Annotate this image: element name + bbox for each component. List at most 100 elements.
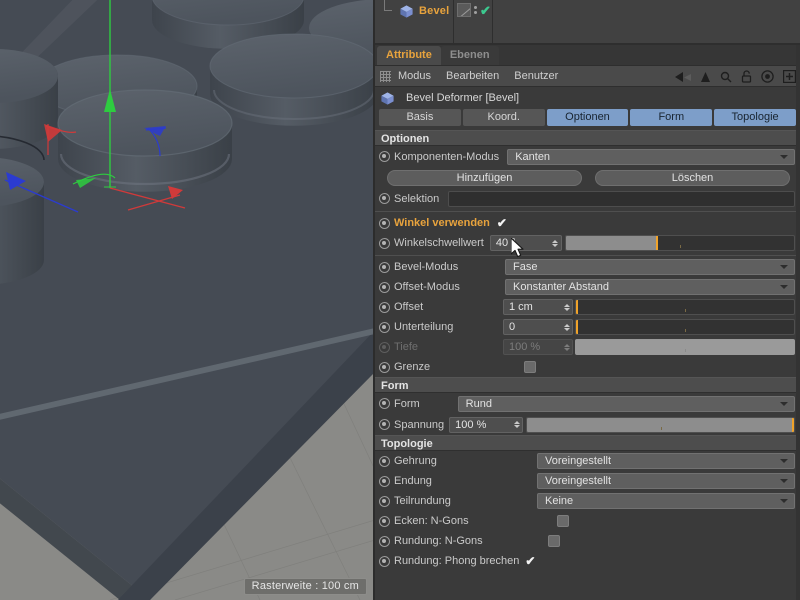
winkelschwellwert-input[interactable]: 40 ° bbox=[490, 235, 562, 251]
teilrundung-dropdown[interactable]: Keine bbox=[537, 493, 795, 509]
spinner-icon[interactable] bbox=[563, 304, 570, 311]
form-dropdown[interactable]: Rund bbox=[458, 396, 795, 412]
animate-dot-icon[interactable] bbox=[379, 238, 390, 249]
bevel-modus-dropdown[interactable]: Fase bbox=[505, 259, 795, 275]
animate-dot-icon[interactable] bbox=[379, 151, 390, 162]
object-name[interactable]: Bevel bbox=[419, 5, 449, 17]
offset-slider[interactable] bbox=[575, 299, 795, 315]
tab-optionen[interactable]: Optionen bbox=[547, 109, 629, 126]
drag-handle-icon[interactable] bbox=[380, 71, 391, 82]
spinner-icon[interactable] bbox=[552, 240, 559, 247]
row-bevel-modus: Bevel-Modus Fase bbox=[375, 257, 800, 277]
search-icon[interactable] bbox=[720, 71, 732, 83]
tab-ebenen[interactable]: Ebenen bbox=[441, 46, 499, 65]
target-icon[interactable] bbox=[761, 70, 774, 83]
dot-leader bbox=[457, 322, 499, 333]
tab-koord[interactable]: Koord. bbox=[463, 109, 545, 126]
menu-benutzer[interactable]: Benutzer bbox=[514, 70, 558, 82]
panel-scrollbar[interactable] bbox=[796, 45, 800, 600]
winkelschwellwert-slider[interactable] bbox=[565, 235, 795, 251]
spinner-icon[interactable] bbox=[513, 421, 520, 428]
cube-icon bbox=[399, 4, 414, 19]
gehrung-dropdown[interactable]: Voreingestellt bbox=[537, 453, 795, 469]
add-button[interactable]: Hinzufügen bbox=[387, 170, 582, 186]
animate-dot-icon[interactable] bbox=[379, 556, 390, 567]
object-manager: Bevel ✔ bbox=[375, 0, 800, 45]
group-header-form: Form bbox=[375, 377, 800, 393]
dot-leader bbox=[473, 516, 553, 527]
grenze-checkbox[interactable] bbox=[524, 361, 536, 373]
viewport-3d[interactable]: Rasterweite : 100 cm bbox=[0, 0, 375, 600]
winkel-verwenden-checkbox[interactable] bbox=[496, 217, 508, 229]
attribute-tabbar: Attribute Ebenen bbox=[375, 45, 800, 66]
enabled-check-icon[interactable]: ✔ bbox=[480, 4, 491, 17]
tab-form[interactable]: Form bbox=[630, 109, 712, 126]
label-selektion: Selektion bbox=[394, 193, 439, 205]
divider bbox=[375, 255, 800, 256]
dot-leader bbox=[422, 342, 499, 353]
unterteilung-input[interactable]: 0 bbox=[503, 319, 573, 335]
animate-dot-icon[interactable] bbox=[379, 262, 390, 273]
label-tiefe: Tiefe bbox=[394, 341, 418, 353]
animate-dot-icon[interactable] bbox=[379, 496, 390, 507]
animate-dot-icon[interactable] bbox=[379, 398, 390, 409]
dots-icon[interactable] bbox=[473, 6, 478, 14]
animate-dot-icon[interactable] bbox=[379, 322, 390, 333]
animate-dot-icon[interactable] bbox=[379, 218, 390, 229]
animate-dot-icon[interactable] bbox=[379, 456, 390, 467]
tab-attribute[interactable]: Attribute bbox=[377, 46, 441, 65]
animate-dot-icon[interactable] bbox=[379, 516, 390, 527]
row-action-buttons: Hinzufügen Löschen bbox=[375, 167, 800, 188]
selektion-input[interactable] bbox=[448, 191, 795, 207]
unterteilung-value: 0 bbox=[509, 321, 563, 333]
dot-leader bbox=[487, 536, 544, 547]
section-tabs: Basis Koord. Optionen Form Topologie bbox=[375, 109, 800, 127]
unterteilung-slider[interactable] bbox=[575, 319, 795, 335]
cube-icon bbox=[380, 91, 395, 106]
dot-leader bbox=[424, 398, 454, 409]
teilrundung-value: Keine bbox=[545, 495, 780, 507]
chevron-down-icon bbox=[780, 285, 788, 289]
forward-arrow-icon[interactable] bbox=[700, 71, 711, 83]
offset-modus-dropdown[interactable]: Konstanter Abstand bbox=[505, 279, 795, 295]
animate-dot-icon[interactable] bbox=[379, 362, 390, 373]
label-offset: Offset bbox=[394, 301, 423, 313]
label-offset-modus: Offset-Modus bbox=[394, 281, 460, 293]
texture-tag-icon[interactable] bbox=[457, 3, 471, 17]
menu-bearbeiten[interactable]: Bearbeiten bbox=[446, 70, 499, 82]
row-winkel-verwenden: Winkel verwenden bbox=[375, 213, 800, 233]
animate-dot-icon[interactable] bbox=[379, 536, 390, 547]
dot-leader bbox=[464, 282, 501, 293]
animate-dot-icon[interactable] bbox=[379, 282, 390, 293]
ecken-ngons-checkbox[interactable] bbox=[557, 515, 569, 527]
attribute-manager-panel: Bevel ✔ Attribute Ebenen Modus Bearbeite… bbox=[375, 0, 800, 600]
menu-modus[interactable]: Modus bbox=[398, 70, 431, 82]
rundung-ngons-checkbox[interactable] bbox=[548, 535, 560, 547]
spannung-slider[interactable] bbox=[526, 417, 795, 433]
group-header-optionen: Optionen bbox=[375, 130, 800, 146]
object-manager-row[interactable]: Bevel bbox=[375, 0, 800, 22]
tab-topologie[interactable]: Topologie bbox=[714, 109, 796, 126]
komponenten-modus-value: Kanten bbox=[515, 151, 780, 163]
spinner-icon[interactable] bbox=[563, 324, 570, 331]
tab-basis[interactable]: Basis bbox=[379, 109, 461, 126]
plus-icon[interactable] bbox=[783, 70, 796, 83]
back-arrow-icon[interactable] bbox=[675, 71, 691, 83]
komponenten-modus-dropdown[interactable]: Kanten bbox=[507, 149, 795, 165]
animate-dot-icon[interactable] bbox=[379, 193, 390, 204]
delete-button[interactable]: Löschen bbox=[595, 170, 790, 186]
row-offset-modus: Offset-Modus Konstanter Abstand bbox=[375, 277, 800, 297]
offset-input[interactable]: 1 cm bbox=[503, 299, 573, 315]
animate-dot-icon[interactable] bbox=[379, 302, 390, 313]
rundung-phong-checkbox[interactable] bbox=[524, 555, 536, 567]
dot-leader bbox=[436, 476, 533, 487]
spannung-input[interactable]: 100 % bbox=[449, 417, 523, 433]
lock-icon[interactable] bbox=[741, 70, 752, 83]
row-rundung-phong: Rundung: Phong brechen bbox=[375, 551, 800, 571]
dot-leader bbox=[441, 456, 533, 467]
animate-dot-icon[interactable] bbox=[379, 476, 390, 487]
dot-leader bbox=[434, 362, 520, 373]
animate-dot-icon[interactable] bbox=[379, 419, 390, 430]
offset-modus-value: Konstanter Abstand bbox=[513, 281, 780, 293]
endung-dropdown[interactable]: Voreingestellt bbox=[537, 473, 795, 489]
